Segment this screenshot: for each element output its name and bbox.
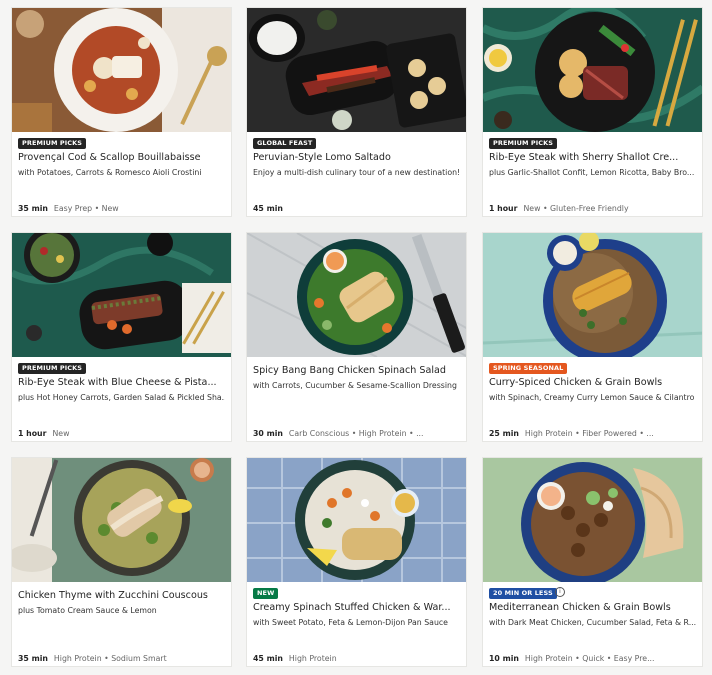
recipe-time: 35 min	[18, 654, 48, 663]
recipe-time: 1 hour	[18, 429, 47, 438]
recipe-badge: 20 MIN OR LESS	[489, 588, 557, 599]
recipe-title[interactable]: Rib-Eye Steak with Blue Cheese & Pista..…	[18, 377, 225, 389]
recipe-title[interactable]: Mediterranean Chicken & Grain Bowls	[489, 602, 696, 614]
recipe-badge: PREMIUM PICKS	[18, 138, 87, 149]
recipe-info: Spicy Bang Bang Chicken Spinach Salad wi…	[253, 357, 460, 441]
recipe-meta: 30 min Carb Conscious • High Protein • ..…	[253, 429, 460, 439]
recipe-time: 35 min	[18, 204, 48, 213]
recipe-badge: SPRING SEASONAL	[489, 363, 568, 374]
recipe-subtitle: with Sweet Potato, Feta & Lemon-Dijon Pa…	[253, 618, 448, 627]
recipe-info: PREMIUM PICKS Rib-Eye Steak with Blue Ch…	[18, 357, 225, 441]
recipe-photo[interactable]	[483, 233, 702, 357]
recipe-meta: 1 hour New	[18, 429, 225, 439]
recipe-meta: 45 min	[253, 204, 460, 214]
recipe-subtitle: with Potatoes, Carrots & Romesco Aioli C…	[18, 168, 202, 177]
recipe-photo[interactable]	[247, 8, 466, 132]
recipe-title[interactable]: Provençal Cod & Scallop Bouillabaisse	[18, 152, 225, 164]
recipe-subtitle: plus Garlic-Shallot Confit, Lemon Ricott…	[489, 168, 695, 177]
recipe-tags: New • Gluten-Free Friendly	[523, 204, 629, 213]
recipe-time: 10 min	[489, 654, 519, 663]
recipe-card[interactable]: SPRING SEASONAL Curry-Spiced Chicken & G…	[482, 232, 703, 442]
recipe-tags: High Protein	[288, 654, 337, 663]
recipe-photo[interactable]	[12, 458, 231, 582]
recipe-card[interactable]: NEW Creamy Spinach Stuffed Chicken & War…	[246, 457, 467, 667]
recipe-info: NEW Creamy Spinach Stuffed Chicken & War…	[253, 582, 460, 666]
recipe-meta: 25 min High Protein • Fiber Powered • ...	[489, 429, 696, 439]
recipe-time: 1 hour	[489, 204, 518, 213]
recipe-title[interactable]: Creamy Spinach Stuffed Chicken & War...	[253, 602, 460, 614]
recipe-meta: 1 hour New • Gluten-Free Friendly	[489, 204, 696, 214]
recipe-subtitle: Enjoy a multi-dish culinary tour of a ne…	[253, 168, 460, 177]
recipe-time: 30 min	[253, 429, 283, 438]
recipe-title[interactable]: Rib-Eye Steak with Sherry Shallot Cre...	[489, 152, 696, 164]
recipe-badge: GLOBAL FEAST	[253, 138, 317, 149]
recipe-card[interactable]: PREMIUM PICKS Rib-Eye Steak with Blue Ch…	[11, 232, 232, 442]
recipe-title[interactable]: Spicy Bang Bang Chicken Spinach Salad	[253, 365, 460, 377]
recipe-tags: Carb Conscious • High Protein • ...	[288, 429, 424, 438]
recipe-info: GLOBAL FEAST Peruvian-Style Lomo Saltado…	[253, 132, 460, 216]
recipe-badge: PREMIUM PICKS	[489, 138, 558, 149]
recipe-meta: 45 min High Protein	[253, 654, 460, 664]
recipe-time: 45 min	[253, 204, 283, 213]
recipe-card[interactable]: Spicy Bang Bang Chicken Spinach Salad wi…	[246, 232, 467, 442]
recipe-photo[interactable]	[247, 233, 466, 357]
recipe-info: SPRING SEASONAL Curry-Spiced Chicken & G…	[489, 357, 696, 441]
recipe-info: PREMIUM PICKS Rib-Eye Steak with Sherry …	[489, 132, 696, 216]
recipe-subtitle: plus Hot Honey Carrots, Garden Salad & P…	[18, 393, 225, 402]
recipe-tags: High Protein • Quick • Easy Pre...	[524, 654, 655, 663]
recipe-meta: 10 min High Protein • Quick • Easy Pre...	[489, 654, 696, 664]
recipe-meta: 35 min High Protein • Sodium Smart	[18, 654, 225, 664]
recipe-card[interactable]: Chicken Thyme with Zucchini Couscous plu…	[11, 457, 232, 667]
recipe-info: 20 MIN OR LESS i Mediterranean Chicken &…	[489, 582, 696, 666]
recipe-subtitle: with Dark Meat Chicken, Cucumber Salad, …	[489, 618, 696, 627]
recipe-card[interactable]: GLOBAL FEAST Peruvian-Style Lomo Saltado…	[246, 7, 467, 217]
recipe-meta: 35 min Easy Prep • New	[18, 204, 225, 214]
recipe-subtitle: with Spinach, Creamy Curry Lemon Sauce &…	[489, 393, 695, 402]
recipe-title[interactable]: Curry-Spiced Chicken & Grain Bowls	[489, 377, 696, 389]
recipe-photo[interactable]	[483, 458, 702, 582]
recipe-title[interactable]: Chicken Thyme with Zucchini Couscous	[18, 590, 225, 602]
recipe-tags: High Protein • Sodium Smart	[53, 654, 167, 663]
recipe-photo[interactable]	[483, 8, 702, 132]
recipe-photo[interactable]	[12, 233, 231, 357]
recipe-title[interactable]: Peruvian-Style Lomo Saltado	[253, 152, 460, 164]
info-icon[interactable]: i	[555, 587, 565, 597]
recipe-info: Chicken Thyme with Zucchini Couscous plu…	[18, 582, 225, 666]
recipe-badge: PREMIUM PICKS	[18, 363, 87, 374]
recipe-badge: NEW	[253, 588, 279, 599]
recipe-subtitle: plus Tomato Cream Sauce & Lemon	[18, 606, 157, 615]
recipe-time: 25 min	[489, 429, 519, 438]
recipe-photo[interactable]	[247, 458, 466, 582]
recipe-info: PREMIUM PICKS Provençal Cod & Scallop Bo…	[18, 132, 225, 216]
recipe-card[interactable]: 20 MIN OR LESS i Mediterranean Chicken &…	[482, 457, 703, 667]
recipe-tags: New	[52, 429, 70, 438]
recipe-card[interactable]: PREMIUM PICKS Rib-Eye Steak with Sherry …	[482, 7, 703, 217]
recipe-card[interactable]: PREMIUM PICKS Provençal Cod & Scallop Bo…	[11, 7, 232, 217]
recipe-photo[interactable]	[12, 8, 231, 132]
recipe-tags: High Protein • Fiber Powered • ...	[524, 429, 654, 438]
recipe-time: 45 min	[253, 654, 283, 663]
recipe-subtitle: with Carrots, Cucumber & Sesame-Scallion…	[253, 381, 457, 390]
recipe-tags: Easy Prep • New	[53, 204, 119, 213]
